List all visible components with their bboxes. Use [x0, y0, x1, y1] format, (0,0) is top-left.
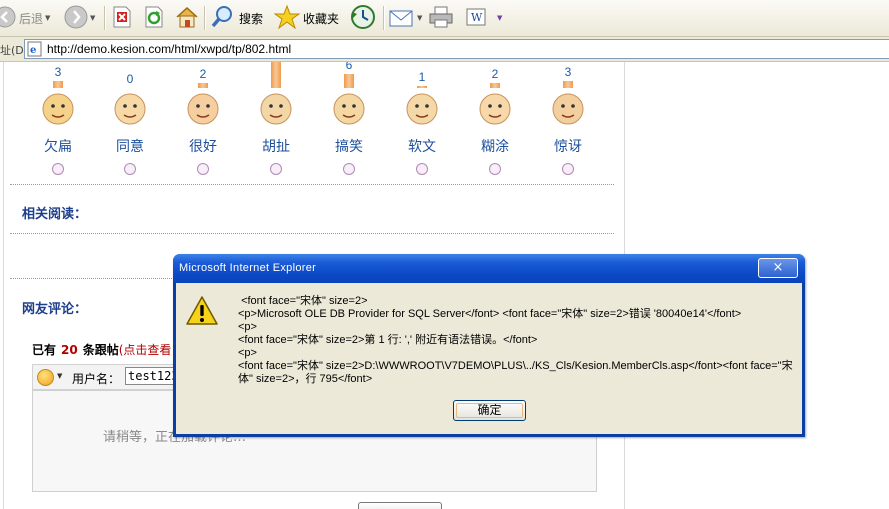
ie-page-icon: e	[25, 41, 43, 57]
search-button[interactable]: 搜索	[210, 4, 263, 32]
history-icon	[349, 4, 377, 33]
dropdown-arrow-icon: ▼	[497, 14, 503, 22]
mood-radio[interactable]	[270, 163, 282, 175]
mood-vote-bar	[344, 73, 354, 88]
mood-radio[interactable]	[489, 163, 501, 175]
back-arrow-icon	[0, 6, 16, 31]
refresh-icon	[144, 6, 164, 31]
emoji-face-icon	[258, 88, 294, 126]
comment-prefix: 已有	[32, 343, 57, 357]
back-label: 后退	[19, 11, 44, 26]
mood-label[interactable]: 糊涂	[465, 136, 525, 156]
mail-icon	[389, 6, 415, 31]
mood-radio[interactable]	[197, 163, 209, 175]
divider	[10, 184, 614, 185]
mood-label[interactable]: 软文	[392, 136, 452, 156]
smiley-dropdown-icon[interactable]: ▼	[57, 372, 62, 380]
mail-button[interactable]: ▼	[389, 4, 422, 32]
refresh-button[interactable]	[144, 4, 164, 32]
favorites-button[interactable]: 收藏夹	[273, 4, 340, 32]
emoji-face-icon	[185, 88, 221, 126]
mood-count: 2	[491, 67, 499, 82]
mood-count: 0	[126, 72, 134, 86]
dialog-titlebar[interactable]: Microsoft Internet Explorer ×	[173, 254, 805, 283]
address-url: http://demo.kesion.com/html/xwpd/tp/802.…	[47, 42, 292, 56]
mood-radio[interactable]	[343, 163, 355, 175]
forward-arrow-icon	[64, 5, 88, 32]
dialog-message: <font face="宋体" size=2> <p>Microsoft OLE…	[238, 295, 793, 385]
toolbar-separator	[204, 6, 206, 30]
print-button[interactable]	[428, 4, 454, 32]
warning-icon	[185, 295, 219, 330]
toolbar-separator	[383, 6, 385, 30]
mood-label[interactable]: 搞笑	[319, 136, 379, 156]
mood-vote-bar	[271, 62, 281, 88]
browser-toolbar: 后退 ▼ ▼ 搜索 收藏夹 ▼ W ▼	[0, 0, 889, 37]
search-icon	[210, 5, 236, 32]
mood-vote-bar	[563, 80, 573, 88]
emoji-face-icon	[404, 88, 440, 126]
mood-label[interactable]: 欠扁	[28, 136, 88, 156]
emoji-face-icon	[40, 88, 76, 126]
dialog-body: <font face="宋体" size=2> <p>Microsoft OLE…	[176, 283, 802, 434]
history-button[interactable]	[349, 4, 377, 32]
mail-dropdown-icon[interactable]: ▼	[417, 14, 422, 22]
address-input[interactable]: e http://demo.kesion.com/html/xwpd/tp/80…	[24, 39, 889, 59]
more-tools-dropdown[interactable]: ▼	[495, 4, 502, 32]
mood-label[interactable]: 胡扯	[246, 136, 306, 156]
comments-title: 网友评论：	[22, 302, 88, 317]
search-label: 搜索	[239, 11, 264, 26]
mood-count: 2	[199, 67, 207, 82]
back-dropdown-icon[interactable]: ▼	[45, 14, 50, 22]
mood-radio[interactable]	[52, 163, 64, 175]
toolbar-separator	[104, 6, 106, 30]
mood-radio[interactable]	[562, 163, 574, 175]
home-icon	[174, 5, 200, 32]
emoji-face-icon	[477, 88, 513, 126]
mood-count: 1	[418, 69, 426, 84]
forward-button[interactable]: ▼	[64, 4, 95, 32]
comment-suffix: 条跟帖	[82, 343, 119, 357]
star-icon	[273, 4, 301, 32]
dialog-close-button[interactable]: ×	[758, 258, 798, 278]
forward-dropdown-icon[interactable]: ▼	[90, 14, 95, 22]
svg-text:W: W	[471, 11, 483, 24]
back-button[interactable]: 后退 ▼	[0, 4, 50, 32]
comment-count: 20	[61, 343, 78, 357]
stop-button[interactable]	[112, 4, 132, 32]
stop-icon	[112, 6, 132, 31]
mood-label[interactable]: 很好	[173, 136, 233, 156]
word-icon: W	[465, 6, 489, 31]
mood-count: 3	[54, 64, 62, 79]
emoji-face-icon	[112, 88, 148, 126]
submit-comment-button[interactable]	[358, 502, 442, 509]
mood-count: 6	[345, 62, 353, 72]
home-button[interactable]	[174, 4, 200, 32]
comment-count-line: 已有 20 条跟帖(点击查看	[32, 341, 171, 358]
address-bar: 址(D) e http://demo.kesion.com/html/xwpd/…	[0, 37, 889, 62]
mood-label[interactable]: 惊讶	[538, 136, 598, 156]
smiley-icon[interactable]	[37, 369, 54, 386]
mood-vote-bar	[53, 80, 63, 88]
edit-word-button[interactable]: W	[465, 4, 489, 32]
emoji-face-icon	[550, 88, 586, 126]
error-dialog: Microsoft Internet Explorer × <font face…	[173, 254, 805, 437]
favorites-label: 收藏夹	[303, 11, 340, 26]
view-comments-link[interactable]: (点击查看	[119, 343, 172, 357]
printer-icon	[428, 5, 454, 32]
svg-text:e: e	[30, 45, 36, 56]
divider	[10, 233, 614, 234]
mood-radio[interactable]	[124, 163, 136, 175]
dialog-title: Microsoft Internet Explorer	[179, 262, 317, 274]
mood-count: 3	[564, 64, 572, 79]
related-reading-title: 相关阅读：	[22, 207, 88, 222]
username-label: 用户名：	[72, 372, 121, 386]
mood-radio[interactable]	[416, 163, 428, 175]
mood-label[interactable]: 同意	[100, 136, 160, 156]
emoji-face-icon	[331, 88, 367, 126]
ok-button[interactable]: 确定	[453, 400, 526, 421]
